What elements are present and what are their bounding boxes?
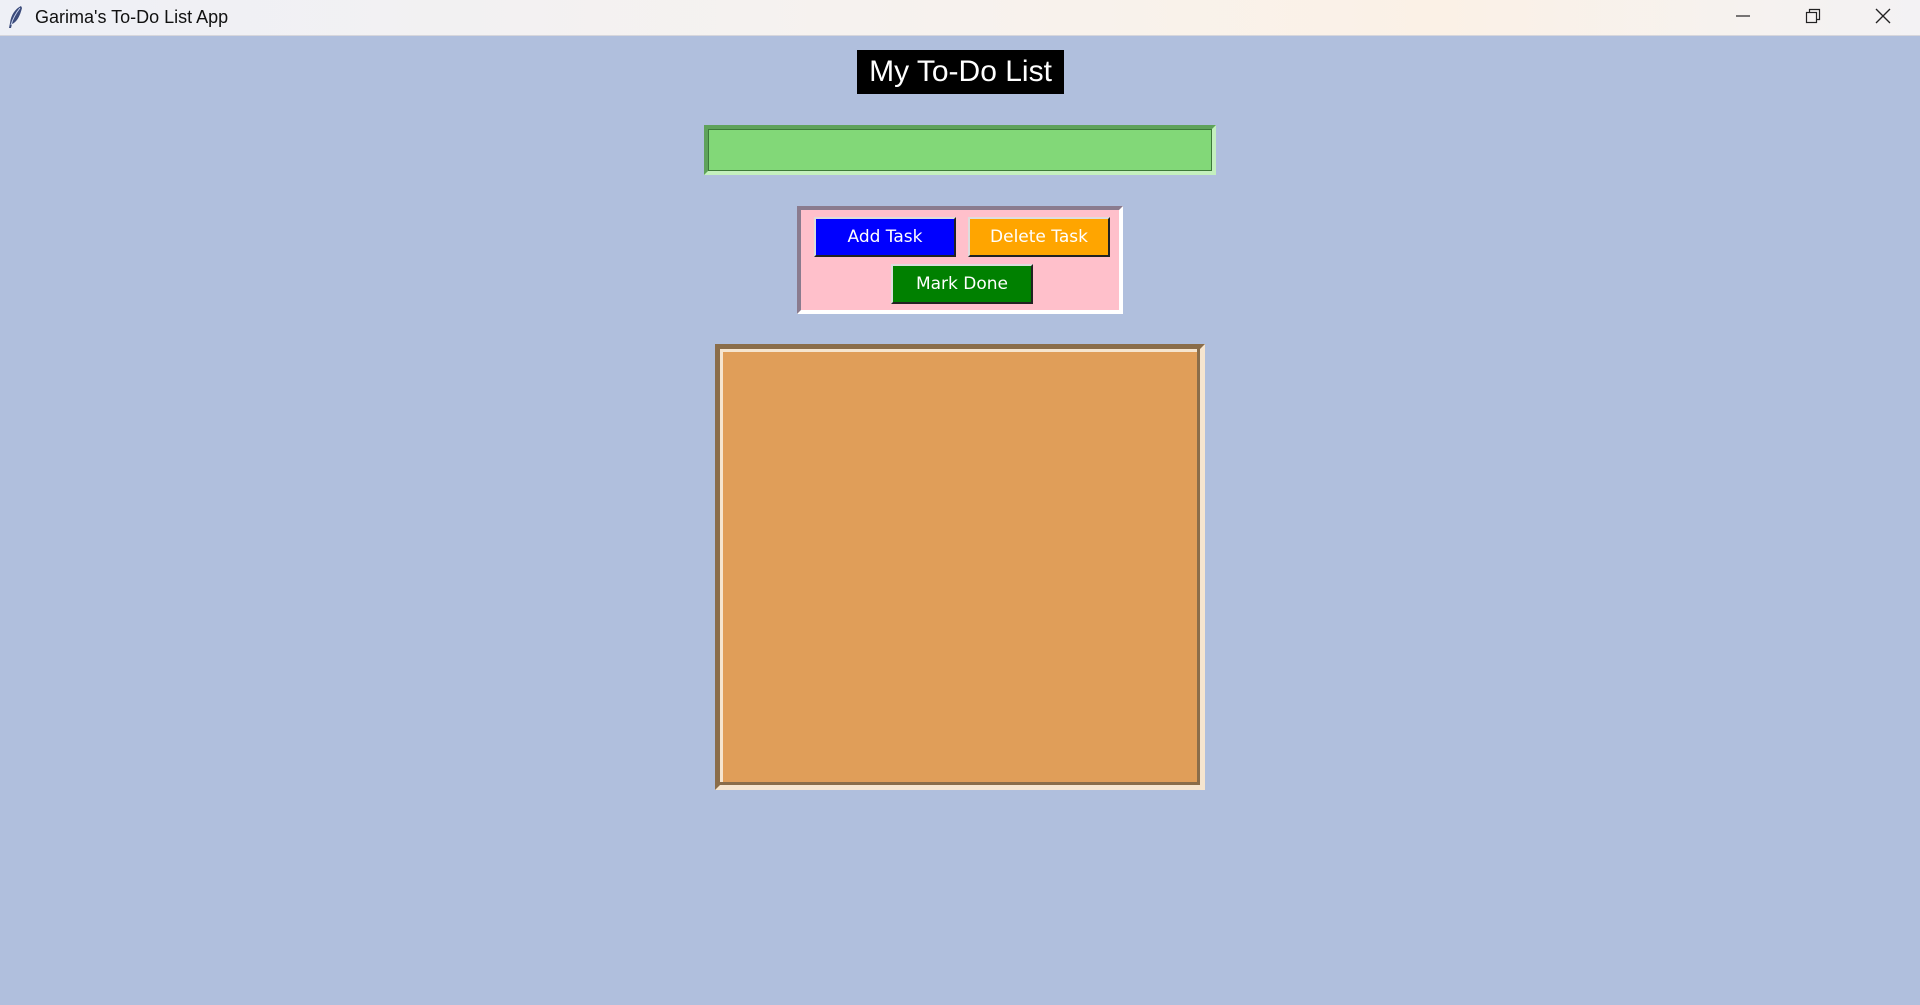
task-listbox[interactable] — [715, 344, 1205, 790]
minimize-icon — [1735, 8, 1751, 28]
close-icon — [1875, 8, 1891, 28]
restore-button[interactable] — [1778, 0, 1848, 35]
task-input[interactable] — [704, 125, 1216, 175]
button-panel: Add Task Delete Task Mark Done — [797, 206, 1123, 314]
title-bar[interactable]: Garima's To-Do List App — [0, 0, 1920, 36]
close-button[interactable] — [1848, 0, 1918, 35]
window-title: Garima's To-Do List App — [35, 7, 229, 27]
mark-done-button[interactable]: Mark Done — [891, 264, 1033, 304]
page-title: My To-Do List — [857, 50, 1064, 94]
delete-task-button[interactable]: Delete Task — [968, 217, 1110, 257]
add-task-button[interactable]: Add Task — [814, 217, 956, 257]
restore-icon — [1805, 8, 1821, 28]
app-window: Garima's To-Do List App My To-Do List Ad… — [0, 0, 1920, 1005]
minimize-button[interactable] — [1708, 0, 1778, 35]
feather-icon — [6, 5, 26, 29]
